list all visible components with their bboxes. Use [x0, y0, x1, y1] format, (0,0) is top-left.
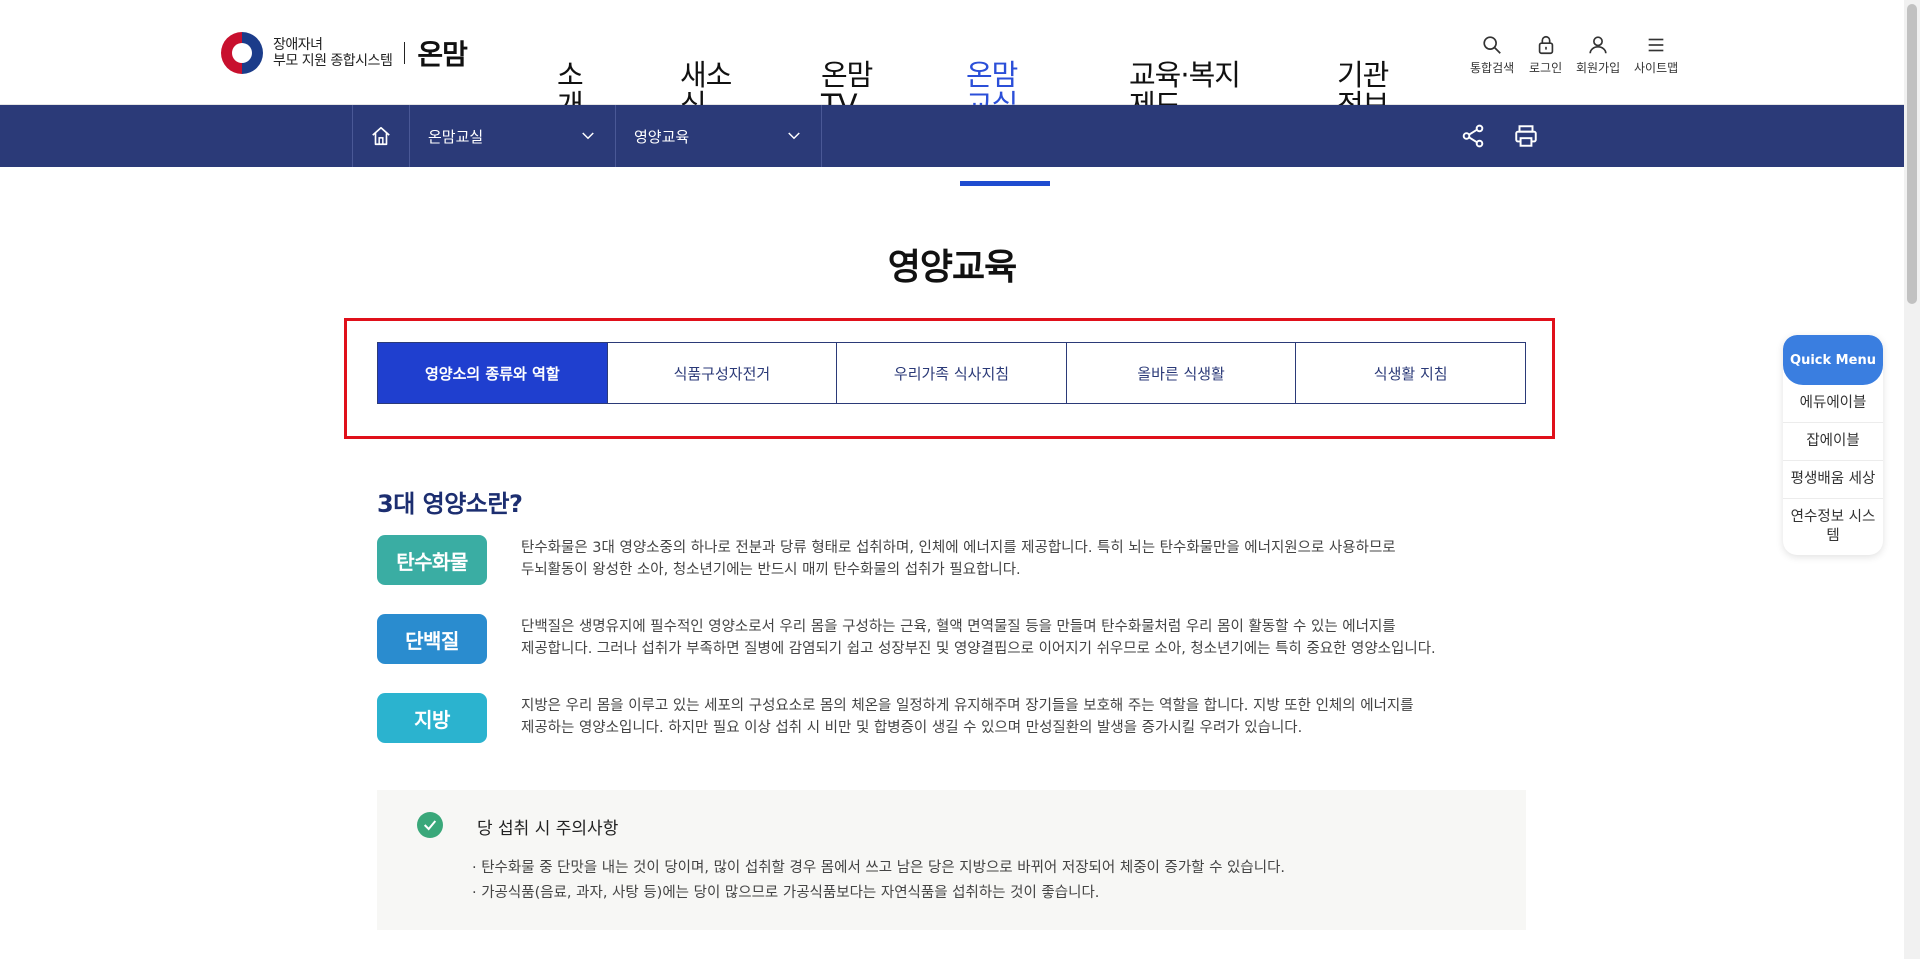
util-sitemap-label: 사이트맵	[1634, 61, 1679, 75]
home-icon	[372, 126, 390, 146]
site-header: 장애자녀 부모 지원 종합시스템 온맘 소개 새소식 온맘TV 온맘교실 교육·…	[0, 0, 1904, 120]
util-login-label: 로그인	[1529, 61, 1563, 75]
notice-item: 가공식품(음료, 과자, 사탕 등)에는 당이 많으므로 가공식품보다는 자연식…	[472, 881, 1285, 906]
util-sitemap[interactable]: 사이트맵	[1634, 34, 1678, 76]
nutrient-desc-line: 지방은 우리 몸을 이루고 있는 세포의 구성요소로 몸의 체온을 일정하게 유…	[521, 698, 1414, 714]
lock-icon	[1538, 35, 1553, 55]
site-logo[interactable]: 장애자녀 부모 지원 종합시스템 온맘	[221, 32, 468, 74]
util-login[interactable]: 로그인	[1529, 34, 1562, 76]
user-icon	[1589, 36, 1607, 54]
nutrient-desc-line: 두뇌활동이 왕성한 소아, 청소년기에는 반드시 매끼 탄수화물의 섭취가 필요…	[521, 562, 1021, 578]
section-title: 3대 영양소란?	[377, 490, 523, 518]
check-icon	[417, 812, 443, 838]
home-button[interactable]	[352, 105, 410, 167]
nutrient-row-fat: 지방 지방은 우리 몸을 이루고 있는 세포의 구성요소로 몸의 체온을 일정하…	[377, 693, 1527, 743]
util-join[interactable]: 회원가입	[1576, 34, 1620, 76]
page-title: 영양교육	[887, 247, 1017, 288]
nutrient-description: 탄수화물은 3대 영양소중의 하나로 전분과 당류 형태로 섭취하며, 인체에 …	[521, 535, 1396, 585]
notice-list: 탄수화물 중 단맛을 내는 것이 당이며, 많이 섭취할 경우 몸에서 쓰고 남…	[472, 856, 1285, 906]
logo-line2: 부모 지원 종합시스템	[273, 53, 393, 69]
notice-box: 당 섭취 시 주의사항 탄수화물 중 단맛을 내는 것이 당이며, 많이 섭취할…	[377, 790, 1526, 930]
chevron-down-icon	[788, 132, 800, 140]
tab-food-bicycle[interactable]: 식품구성자전거	[607, 343, 838, 403]
nutrient-badge: 단백질	[377, 614, 487, 664]
search-icon	[1483, 36, 1501, 54]
tab-proper-diet[interactable]: 올바른 식생활	[1066, 343, 1297, 403]
logo-text: 장애자녀 부모 지원 종합시스템	[273, 37, 393, 69]
nutrient-description: 지방은 우리 몸을 이루고 있는 세포의 구성요소로 몸의 체온을 일정하게 유…	[521, 693, 1414, 743]
nutrient-desc-line: 제공하는 영양소입니다. 하지만 필요 이상 섭취 시 비만 및 합병증이 생길…	[521, 720, 1303, 736]
depth2-select[interactable]: 영양교육	[616, 105, 822, 167]
scrollbar-thumb[interactable]	[1907, 4, 1917, 304]
tab-diet-guidelines[interactable]: 식생활 지침	[1296, 343, 1525, 403]
tab-family-diet-guide[interactable]: 우리가족 식사지침	[837, 343, 1067, 403]
depth1-label: 온맘교실	[428, 127, 484, 146]
quick-menu: Quick Menu 에듀에이블 잡에이블 평생배움 세상 연수정보 시스템	[1783, 335, 1883, 555]
notice-item: 탄수화물 중 단맛을 내는 것이 당이며, 많이 섭취할 경우 몸에서 쓰고 남…	[472, 856, 1285, 881]
quick-item-eduable[interactable]: 에듀에이블	[1783, 385, 1883, 423]
quick-item-training-info[interactable]: 연수정보 시스템	[1783, 499, 1883, 555]
nutrient-desc-line: 탄수화물은 3대 영양소중의 하나로 전분과 당류 형태로 섭취하며, 인체에 …	[521, 540, 1396, 556]
nutrient-badge: 지방	[377, 693, 487, 743]
util-search[interactable]: 통합검색	[1470, 34, 1514, 76]
util-search-label: 통합검색	[1470, 61, 1515, 75]
share-icon[interactable]	[1460, 123, 1486, 149]
chevron-down-icon	[582, 132, 594, 140]
nutrient-desc-line: 단백질은 생명유지에 필수적인 영양소로서 우리 몸을 구성하는 근육, 혈액 …	[521, 619, 1396, 635]
quick-item-lifelong-learning[interactable]: 평생배움 세상	[1783, 461, 1883, 499]
menu-icon	[1648, 38, 1664, 52]
logo-line1: 장애자녀	[273, 37, 323, 53]
page-scrollbar[interactable]	[1904, 0, 1920, 959]
gnb-active-indicator	[960, 181, 1050, 186]
depth1-select[interactable]: 온맘교실	[410, 105, 616, 167]
notice-title: 당 섭취 시 주의사항	[477, 819, 619, 839]
nutrient-row-protein: 단백질 단백질은 생명유지에 필수적인 영양소로서 우리 몸을 구성하는 근육,…	[377, 614, 1527, 664]
nutrient-description: 단백질은 생명유지에 필수적인 영양소로서 우리 몸을 구성하는 근육, 혈액 …	[521, 614, 1436, 664]
location-bar: 온맘교실 영양교육	[0, 105, 1904, 167]
logo-brand: 온맘	[417, 38, 468, 71]
content-tabs: 영양소의 종류와 역할 식품구성자전거 우리가족 식사지침 올바른 식생활 식생…	[377, 342, 1526, 404]
tab-nutrient-types[interactable]: 영양소의 종류와 역할	[378, 343, 608, 403]
government-emblem-icon	[221, 32, 263, 74]
depth2-label: 영양교육	[634, 127, 690, 146]
util-join-label: 회원가입	[1576, 61, 1621, 75]
quick-menu-title[interactable]: Quick Menu	[1783, 335, 1883, 385]
nutrient-badge: 탄수화물	[377, 535, 487, 585]
logo-divider	[404, 42, 406, 64]
nutrient-desc-line: 제공합니다. 그러나 섭취가 부족하면 질병에 감염되기 쉽고 성장부진 및 영…	[521, 641, 1436, 657]
print-icon[interactable]	[1513, 123, 1539, 149]
nutrient-row-carbohydrate: 탄수화물 탄수화물은 3대 영양소중의 하나로 전분과 당류 형태로 섭취하며,…	[377, 535, 1527, 585]
quick-item-jobable[interactable]: 잡에이블	[1783, 423, 1883, 461]
